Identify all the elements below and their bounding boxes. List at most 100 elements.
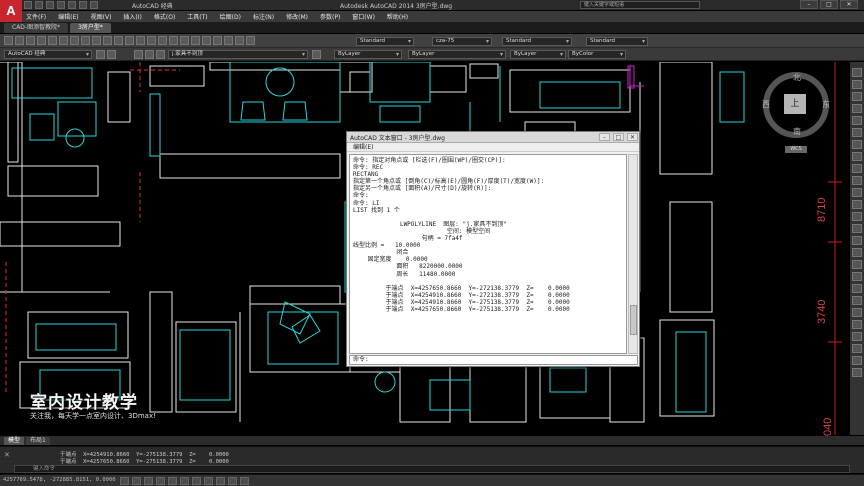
undo-icon[interactable] [79, 1, 87, 9]
orbit-icon[interactable] [852, 104, 862, 113]
copy-icon[interactable] [81, 36, 90, 45]
cursor-coordinates[interactable]: 4257769.5478, -272885.8151, 0.0000 [3, 477, 116, 483]
tool-icon[interactable] [852, 176, 862, 185]
viewcube-top-face[interactable]: 上 [784, 94, 806, 114]
tool-icon[interactable] [852, 260, 862, 269]
grid-icon[interactable] [132, 477, 141, 485]
zoom-icon[interactable] [852, 92, 862, 101]
markup-icon[interactable] [224, 36, 233, 45]
mleader-style-select[interactable]: Standard [586, 37, 648, 46]
open-icon[interactable] [15, 36, 24, 45]
tool-icon[interactable] [852, 332, 862, 341]
quick-properties-icon[interactable] [240, 477, 249, 485]
help-search-input[interactable]: 键入关键字或短语 [580, 1, 700, 9]
tool-icon[interactable] [852, 272, 862, 281]
sheet-set-icon[interactable] [213, 36, 222, 45]
showmotion-icon[interactable] [852, 116, 862, 125]
workspace-icon[interactable] [107, 50, 116, 59]
publish-icon[interactable] [59, 36, 68, 45]
design-center-icon[interactable] [191, 36, 200, 45]
text-window-titlebar[interactable]: AutoCAD 文本窗口 - 3房户型.dwg – □ ✕ [347, 132, 639, 143]
compass-north-label[interactable]: 北 [793, 72, 801, 83]
lineweight-icon[interactable] [216, 477, 225, 485]
text-window-history[interactable]: 命令: 指定对角点或 [栏选(F)/圈围(WP)/圈交(CP)]: 命令: REC… [349, 154, 627, 354]
compass-west-label[interactable]: 西 [762, 99, 770, 110]
layer-select[interactable]: j.家具不到顶 [168, 50, 308, 59]
text-window-close-button[interactable]: ✕ [627, 133, 638, 141]
polar-icon[interactable] [156, 477, 165, 485]
new-file-icon[interactable] [24, 1, 32, 9]
lineweight-select[interactable]: ByLayer [510, 50, 566, 59]
snap-icon[interactable] [120, 477, 129, 485]
osnap-icon[interactable] [168, 477, 177, 485]
tool-icon[interactable] [852, 188, 862, 197]
close-icon[interactable]: ✕ [4, 451, 10, 459]
tool-icon[interactable] [852, 344, 862, 353]
save-icon[interactable] [26, 36, 35, 45]
menu-item[interactable]: 工具(T) [187, 12, 207, 21]
text-window-scrollbar[interactable] [628, 154, 638, 354]
file-tab[interactable]: CAD-图添智教院* [4, 23, 69, 33]
tool-icon[interactable] [852, 224, 862, 233]
plotstyle-select[interactable]: ByColor [568, 50, 626, 59]
tool-icon[interactable] [852, 296, 862, 305]
workspace-select[interactable]: AutoCAD 经典 [4, 50, 92, 59]
redo-icon[interactable] [90, 1, 98, 9]
pan-icon[interactable] [136, 36, 145, 45]
wcs-menu-button[interactable]: WCS [785, 146, 807, 153]
match-properties-icon[interactable] [103, 36, 112, 45]
text-window-command-input[interactable]: 命令: [349, 355, 638, 365]
compass-east-label[interactable]: 东 [822, 99, 830, 110]
preview-icon[interactable] [48, 36, 57, 45]
tool-icon[interactable] [852, 200, 862, 209]
color-select[interactable]: ByLayer [334, 50, 402, 59]
tool-icon[interactable] [852, 356, 862, 365]
text-window-minimize-button[interactable]: – [599, 133, 610, 141]
transparency-icon[interactable] [228, 477, 237, 485]
tool-icon[interactable] [852, 368, 862, 377]
text-window-maximize-button[interactable]: □ [613, 133, 624, 141]
settings-gear-icon[interactable] [96, 50, 105, 59]
zoom-previous-icon[interactable] [169, 36, 178, 45]
menu-item[interactable]: 编辑(E) [58, 12, 78, 21]
menu-item[interactable]: 绘图(D) [220, 12, 241, 21]
tool-icon[interactable] [852, 140, 862, 149]
cut-icon[interactable] [70, 36, 79, 45]
menu-item[interactable]: 文件(F) [26, 12, 46, 21]
new-icon[interactable] [4, 36, 13, 45]
compass-south-label[interactable]: 南 [793, 126, 801, 137]
pan-icon[interactable] [852, 80, 862, 89]
layout-tab[interactable]: 布局1 [26, 436, 50, 445]
menu-item[interactable]: 格式(O) [154, 12, 175, 21]
command-input[interactable]: 键入命令 [14, 465, 850, 473]
steering-wheel-icon[interactable] [852, 68, 862, 77]
text-style-select[interactable]: Standard [356, 37, 414, 46]
workspace-name[interactable]: AutoCAD 经典 [132, 1, 173, 10]
tool-icon[interactable] [852, 320, 862, 329]
menu-item[interactable]: 插入(I) [123, 12, 141, 21]
text-window-edit-menu[interactable]: 编辑(E) [347, 143, 639, 152]
print-icon[interactable] [68, 1, 76, 9]
layout-tab[interactable]: 模型 [4, 436, 25, 445]
tool-icon[interactable] [852, 308, 862, 317]
otrack-icon[interactable] [180, 477, 189, 485]
light-bulb-icon[interactable] [134, 50, 143, 59]
dim-style-select[interactable]: cza-75 [432, 37, 492, 46]
paste-icon[interactable] [92, 36, 101, 45]
menu-item[interactable]: 视图(V) [91, 12, 112, 21]
open-file-icon[interactable] [35, 1, 43, 9]
tool-icon[interactable] [852, 284, 862, 293]
dyn-icon[interactable] [204, 477, 213, 485]
print-icon[interactable] [37, 36, 46, 45]
tool-icon[interactable] [852, 236, 862, 245]
scrollbar-thumb[interactable] [630, 305, 637, 335]
properties-icon[interactable] [180, 36, 189, 45]
redo-icon[interactable] [125, 36, 134, 45]
file-tab[interactable]: 3房户型* [70, 23, 111, 33]
autocad-logo-icon[interactable]: A [0, 0, 22, 22]
zoom-window-icon[interactable] [158, 36, 167, 45]
ortho-icon[interactable] [144, 477, 153, 485]
menu-item[interactable]: 窗口(W) [352, 12, 375, 21]
table-style-select[interactable]: Standard [502, 37, 572, 46]
tool-icon[interactable] [852, 164, 862, 173]
